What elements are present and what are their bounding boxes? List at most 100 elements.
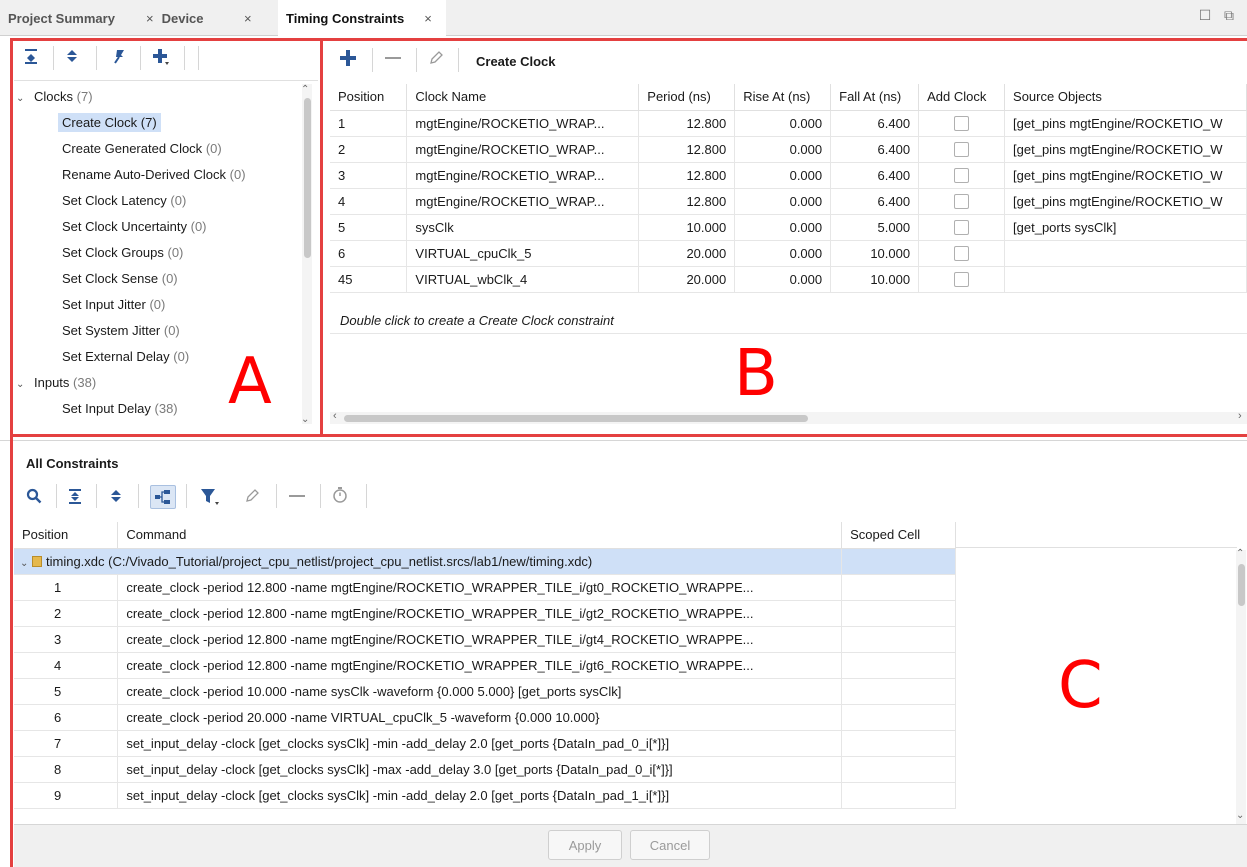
table-row[interactable]: 4 mgtEngine/ROCKETIO_WRAP... 12.800 0.000 6.… [330, 188, 1247, 215]
cancel-button[interactable]: Cancel [630, 830, 710, 860]
scrollbar-thumb[interactable] [1238, 564, 1245, 606]
scrollbar-thumb[interactable] [344, 415, 808, 422]
add-clock-checkbox[interactable] [954, 272, 970, 288]
tree-item-count: (0) [161, 271, 178, 286]
tree-item[interactable]: Rename Auto-Derived Clock (0) [62, 162, 246, 188]
apply-button[interactable]: Apply [548, 830, 622, 860]
clock-table-hscroll[interactable] [330, 412, 1247, 424]
tree-item[interactable]: Set Input Jitter (0) [62, 292, 165, 318]
close-icon[interactable]: × [244, 11, 252, 26]
table-row[interactable]: 9 set_input_delay -clock [get_clocks sysC… [14, 782, 956, 809]
column-header[interactable]: Source Objects [1004, 84, 1247, 111]
add-clock-checkbox[interactable] [954, 168, 970, 184]
tree-group[interactable]: ⌄ Clocks (7) [16, 84, 93, 110]
scroll-down-icon[interactable]: ⌄ [1236, 810, 1244, 821]
collapse-all-icon[interactable] [68, 488, 82, 509]
add-constraint-icon[interactable] [152, 48, 170, 71]
table-row[interactable]: 6 create_clock -period 20.000 -name VIRTU… [14, 704, 956, 731]
table-row[interactable]: 45 VIRTUAL_wbClk_4 20.000 0.000 10.000 [330, 266, 1247, 293]
add-clock-checkbox[interactable] [954, 116, 970, 132]
scroll-left-icon[interactable]: ‹ [333, 410, 337, 422]
column-header[interactable]: Command [117, 522, 843, 549]
tab-timing-constraints[interactable]: Timing Constraints × [278, 0, 446, 36]
create-clock-hint: Double click to create a Create Clock co… [340, 313, 614, 328]
tree-scrollbar[interactable] [302, 84, 312, 424]
group-by-file-icon[interactable] [150, 485, 176, 509]
scrollbar-thumb[interactable] [304, 98, 311, 258]
table-row[interactable]: 3 create_clock -period 12.800 -name mgtEn… [14, 626, 956, 653]
filter-icon[interactable] [200, 488, 220, 511]
add-clock-checkbox[interactable] [954, 142, 970, 158]
table-row[interactable]: 8 set_input_delay -clock [get_clocks sysC… [14, 756, 956, 783]
table-row[interactable]: 5 sysClk 10.000 0.000 5.000 [get_ports sysClk… [330, 214, 1247, 241]
column-header[interactable]: Position [330, 84, 408, 111]
table-row[interactable]: 5 create_clock -period 10.000 -name sysCl… [14, 678, 956, 705]
column-header[interactable]: Add Clock [918, 84, 1006, 111]
column-header[interactable]: Scoped Cell [841, 522, 956, 549]
cell-position: 1 [14, 574, 119, 601]
tab-project-summary[interactable]: Project Summary × Device [8, 0, 280, 36]
column-header[interactable]: Fall At (ns) [830, 84, 920, 111]
expand-all-icon[interactable] [66, 48, 78, 69]
column-header[interactable]: Period (ns) [638, 84, 736, 111]
scroll-up-icon[interactable]: ⌃ [1236, 548, 1244, 559]
close-icon[interactable]: × [146, 11, 154, 26]
region-c-label: C [1058, 649, 1103, 723]
chevron-down-icon[interactable]: ⌄ [20, 558, 32, 569]
scroll-up-icon[interactable]: ⌃ [301, 84, 309, 95]
tree-item[interactable]: Set Clock Sense (0) [62, 266, 178, 292]
expand-all-icon[interactable] [110, 488, 122, 509]
cell-command: create_clock -period 10.000 -name sysClk… [117, 678, 843, 705]
add-icon[interactable] [340, 50, 356, 71]
column-header[interactable]: Position [14, 522, 119, 549]
tree-group[interactable]: ⌄ Inputs (38) [16, 370, 96, 396]
cell-fall: 5.000 [830, 214, 920, 241]
chevron-down-icon[interactable]: ⌄ [16, 372, 28, 398]
tree-item-text: Set Clock Latency [62, 193, 167, 208]
tab-device-close[interactable]: × [244, 0, 280, 36]
tree-item[interactable]: Set External Delay (0) [62, 344, 189, 370]
close-icon[interactable]: × [424, 11, 432, 26]
tree-item-label: Set Clock Uncertainty (0) [62, 219, 207, 234]
cell-position: 6 [14, 704, 119, 731]
table-row[interactable]: 6 VIRTUAL_cpuClk_5 20.000 0.000 10.000 [330, 240, 1247, 267]
column-header[interactable]: Clock Name [406, 84, 640, 111]
chevron-down-icon[interactable]: ⌄ [16, 86, 28, 112]
timer-icon[interactable] [332, 486, 348, 509]
table-row[interactable]: 4 create_clock -period 12.800 -name mgtEn… [14, 652, 956, 679]
table-row[interactable]: 2 mgtEngine/ROCKETIO_WRAP... 12.800 0.000 6.… [330, 136, 1247, 163]
tree-item-count: (0) [149, 297, 166, 312]
tree-item-count: (38) [154, 401, 178, 416]
file-row-timing-xdc[interactable]: ⌄ timing.xdc (C:/Vivado_Tutorial/project_… [14, 548, 956, 575]
add-clock-checkbox[interactable] [954, 194, 970, 210]
scroll-down-icon[interactable]: ⌄ [301, 414, 309, 425]
tree-item[interactable]: Set Clock Uncertainty (0) [62, 214, 207, 240]
table-row[interactable]: 7 set_input_delay -clock [get_clocks sysC… [14, 730, 956, 757]
restore-icon[interactable]: ☐ [1198, 8, 1212, 22]
table-row[interactable]: 2 create_clock -period 12.800 -name mgtEn… [14, 600, 956, 627]
constraints-scrollbar[interactable] [1236, 550, 1246, 824]
tree-item[interactable]: Create Clock (7) [58, 110, 161, 136]
edit-icon[interactable] [244, 488, 260, 509]
search-icon[interactable] [26, 488, 42, 509]
pin-icon[interactable] [112, 48, 126, 69]
tree-item[interactable]: Set Clock Groups (0) [62, 240, 183, 266]
remove-icon[interactable] [288, 488, 306, 509]
collapse-all-icon[interactable] [24, 48, 38, 69]
float-window-icon[interactable]: ⧉ [1222, 8, 1236, 22]
table-row[interactable]: 3 mgtEngine/ROCKETIO_WRAP... 12.800 0.000 6.… [330, 162, 1247, 189]
column-header[interactable]: Rise At (ns) [734, 84, 832, 111]
tree-item[interactable]: Set Clock Latency (0) [62, 188, 186, 214]
add-clock-checkbox[interactable] [954, 220, 970, 236]
add-clock-cell [918, 188, 1006, 215]
create-clock-title: Create Clock [476, 54, 556, 69]
edit-icon[interactable] [428, 50, 444, 71]
tree-item[interactable]: Set System Jitter (0) [62, 318, 180, 344]
table-row[interactable]: 1 create_clock -period 12.800 -name mgtEn… [14, 574, 956, 601]
scroll-right-icon[interactable]: › [1238, 410, 1242, 422]
remove-icon[interactable] [384, 50, 402, 71]
tree-item[interactable]: Set Input Delay (38) [62, 396, 178, 422]
table-row[interactable]: 1 mgtEngine/ROCKETIO_WRAP... 12.800 0.000 6.… [330, 110, 1247, 137]
tree-item[interactable]: Create Generated Clock (0) [62, 136, 222, 162]
add-clock-checkbox[interactable] [954, 246, 970, 262]
